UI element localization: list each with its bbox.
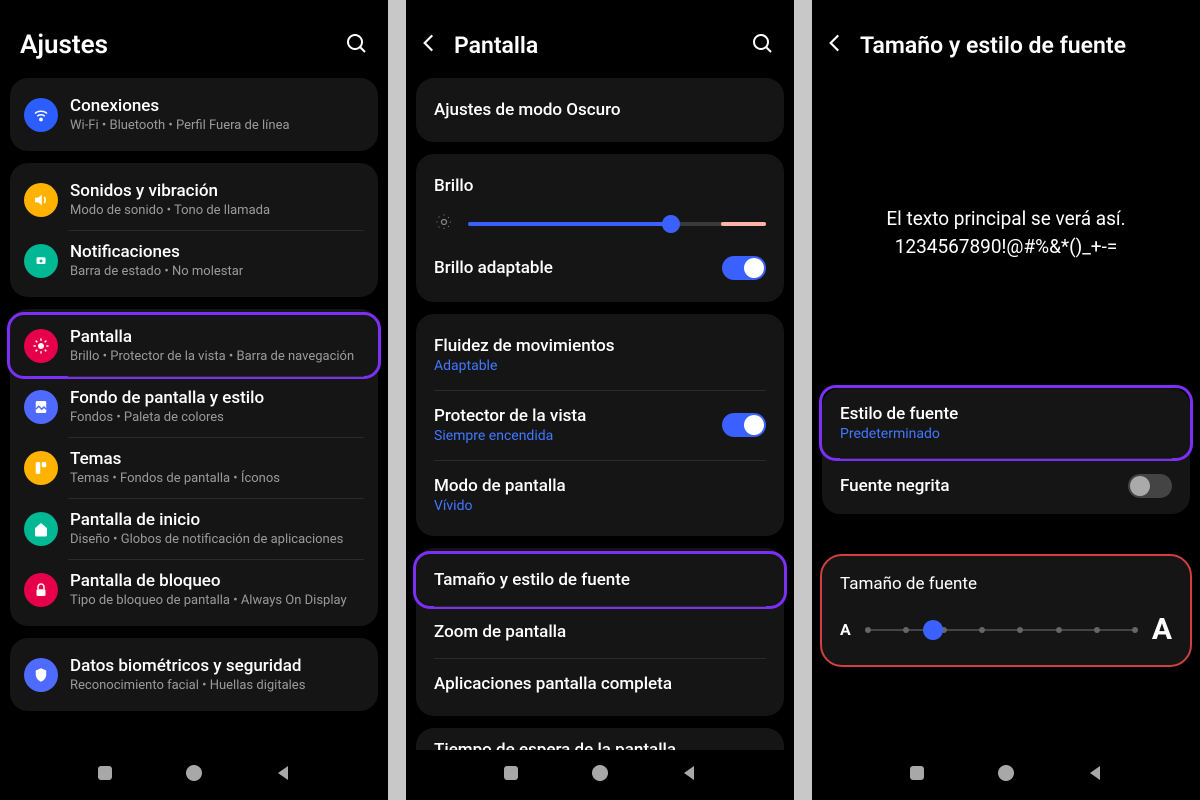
shield-icon — [24, 658, 58, 692]
row-title: Temas — [70, 449, 280, 469]
eye-comfort-toggle[interactable] — [722, 413, 766, 437]
speaker-icon — [24, 183, 58, 217]
back-icon[interactable] — [416, 30, 442, 60]
screen-settings: Ajustes Conexiones Wi-Fi • Bluetooth • Pe… — [0, 0, 388, 800]
fullscreen-apps-row[interactable]: Aplicaciones pantalla completa — [416, 658, 784, 710]
android-navbar — [0, 750, 388, 800]
brightness-slider[interactable] — [416, 202, 784, 240]
search-icon[interactable] — [344, 31, 368, 59]
row-subtitle: Brillo • Protector de la vista • Barra d… — [70, 349, 354, 364]
bell-icon — [24, 244, 58, 278]
font-settings[interactable]: El texto principal se verá así. 12345678… — [812, 78, 1200, 750]
brightness-label: Brillo — [416, 160, 784, 202]
settings-row-lock[interactable]: Pantalla de bloqueo Tipo de bloqueo de pa… — [10, 559, 378, 620]
lock-icon — [24, 573, 58, 607]
row-subtitle: Temas • Fondos de pantalla • Íconos — [70, 471, 280, 486]
row-subtitle: Fondos • Paleta de colores — [70, 410, 264, 425]
row-subtitle: Tipo de bloqueo de pantalla • Always On … — [70, 593, 347, 608]
recents-button[interactable] — [908, 764, 926, 786]
row-title: Pantalla de inicio — [70, 510, 343, 530]
settings-list[interactable]: Conexiones Wi-Fi • Bluetooth • Perfil Fue… — [0, 78, 388, 750]
row-subtitle: Modo de sonido • Tono de llamada — [70, 203, 270, 218]
back-button[interactable] — [680, 764, 698, 786]
recents-button[interactable] — [502, 764, 520, 786]
header: Tamaño y estilo de fuente — [812, 0, 1200, 78]
page-title: Ajustes — [20, 30, 108, 60]
row-subtitle: Wi-Fi • Bluetooth • Perfil Fuera de líne… — [70, 118, 290, 133]
font-size-card: Tamaño de fuente A A — [822, 556, 1190, 665]
recents-button[interactable] — [96, 764, 114, 786]
header: Pantalla — [406, 0, 794, 78]
screen-mode-row[interactable]: Modo de pantalla Vívido — [416, 460, 784, 530]
home-button[interactable] — [185, 764, 203, 786]
row-title: Conexiones — [70, 96, 290, 116]
back-icon[interactable] — [822, 30, 848, 60]
row-title: Fondo de pantalla y estilo — [70, 388, 264, 408]
settings-row-home[interactable]: Pantalla de inicio Diseño • Globos de not… — [10, 498, 378, 559]
bold-font-row[interactable]: Fuente negrita — [822, 458, 1190, 514]
settings-row-bell[interactable]: Notificaciones Barra de estado • No moles… — [10, 230, 378, 291]
adaptive-brightness-row[interactable]: Brillo adaptable — [416, 240, 784, 296]
home-button[interactable] — [997, 764, 1015, 786]
sun-icon — [434, 212, 454, 236]
small-a-icon: A — [840, 620, 851, 639]
row-title: Pantalla — [70, 327, 354, 347]
font-size-style-row[interactable]: Tamaño y estilo de fuente — [416, 554, 784, 606]
bold-font-toggle[interactable] — [1128, 474, 1172, 498]
sun-icon — [24, 329, 58, 363]
font-preview: El texto principal se verá así. 12345678… — [822, 78, 1190, 388]
header: Ajustes — [0, 0, 388, 78]
adaptive-brightness-toggle[interactable] — [722, 256, 766, 280]
row-subtitle: Barra de estado • No molestar — [70, 264, 243, 279]
row-title: Datos biométricos y seguridad — [70, 656, 305, 676]
row-title: Notificaciones — [70, 242, 243, 262]
row-title: Pantalla de bloqueo — [70, 571, 347, 591]
palette-icon — [24, 451, 58, 485]
page-title: Pantalla — [454, 32, 738, 59]
motion-smoothness-row[interactable]: Fluidez de movimientos Adaptable — [416, 320, 784, 390]
wifi-icon — [24, 98, 58, 132]
settings-row-palette[interactable]: Temas Temas • Fondos de pantalla • Íconos — [10, 437, 378, 498]
back-button[interactable] — [1086, 764, 1104, 786]
settings-row-speaker[interactable]: Sonidos y vibración Modo de sonido • Tono… — [10, 169, 378, 230]
wallpaper-icon — [24, 390, 58, 424]
display-settings-list[interactable]: Ajustes de modo Oscuro Brillo Brillo ada… — [406, 78, 794, 750]
large-a-icon: A — [1152, 612, 1172, 647]
font-size-label: Tamaño de fuente — [840, 574, 1172, 594]
eye-comfort-row[interactable]: Protector de la vista Siempre encendida — [416, 390, 784, 460]
settings-row-wifi[interactable]: Conexiones Wi-Fi • Bluetooth • Perfil Fue… — [10, 84, 378, 145]
settings-row-wallpaper[interactable]: Fondo de pantalla y estilo Fondos • Palet… — [10, 376, 378, 437]
row-title: Sonidos y vibración — [70, 181, 270, 201]
font-size-slider[interactable]: A A — [840, 612, 1172, 647]
settings-row-shield[interactable]: Datos biométricos y seguridad Reconocimie… — [10, 644, 378, 705]
home-button[interactable] — [591, 764, 609, 786]
page-title: Tamaño y estilo de fuente — [860, 32, 1180, 59]
search-icon[interactable] — [750, 31, 774, 59]
settings-row-sun[interactable]: Pantalla Brillo • Protector de la vista •… — [10, 315, 378, 376]
screen-timeout-row[interactable]: Tiempo de espera de la pantalla — [434, 740, 766, 750]
screen-font: Tamaño y estilo de fuente El texto princ… — [812, 0, 1200, 800]
row-subtitle: Reconocimiento facial • Huellas digitale… — [70, 678, 305, 693]
android-navbar — [406, 750, 794, 800]
android-navbar — [812, 750, 1200, 800]
dark-mode-row[interactable]: Ajustes de modo Oscuro — [416, 84, 784, 136]
home-icon — [24, 512, 58, 546]
row-subtitle: Diseño • Globos de notificación de aplic… — [70, 532, 343, 547]
screen-display: Pantalla Ajustes de modo Oscuro Brillo — [406, 0, 794, 800]
screen-zoom-row[interactable]: Zoom de pantalla — [416, 606, 784, 658]
font-style-row[interactable]: Estilo de fuente Predeterminado — [822, 388, 1190, 458]
back-button[interactable] — [274, 764, 292, 786]
